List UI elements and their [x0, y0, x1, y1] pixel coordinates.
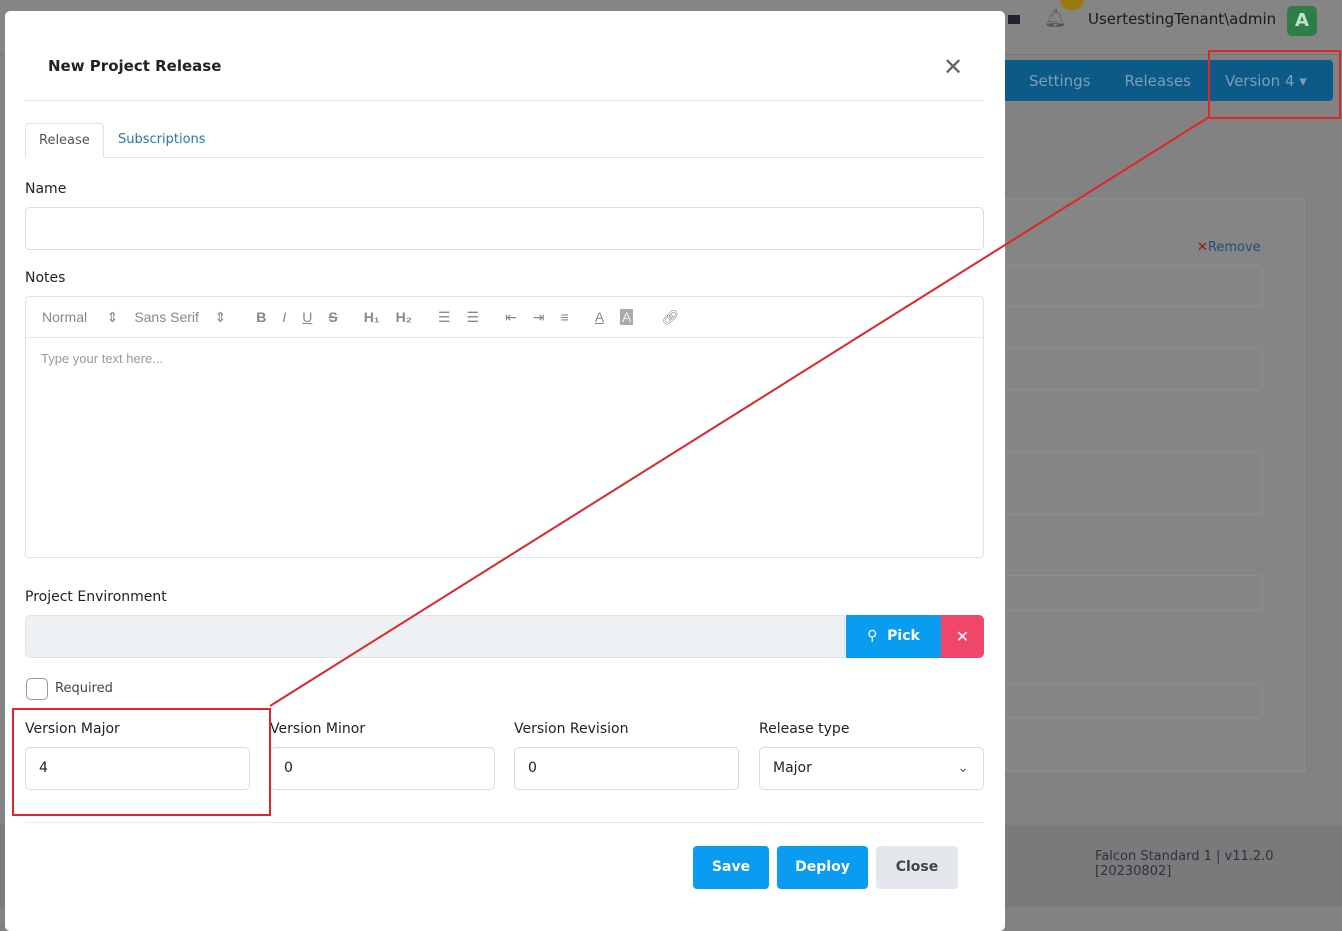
- annotation-line: [269, 116, 1210, 707]
